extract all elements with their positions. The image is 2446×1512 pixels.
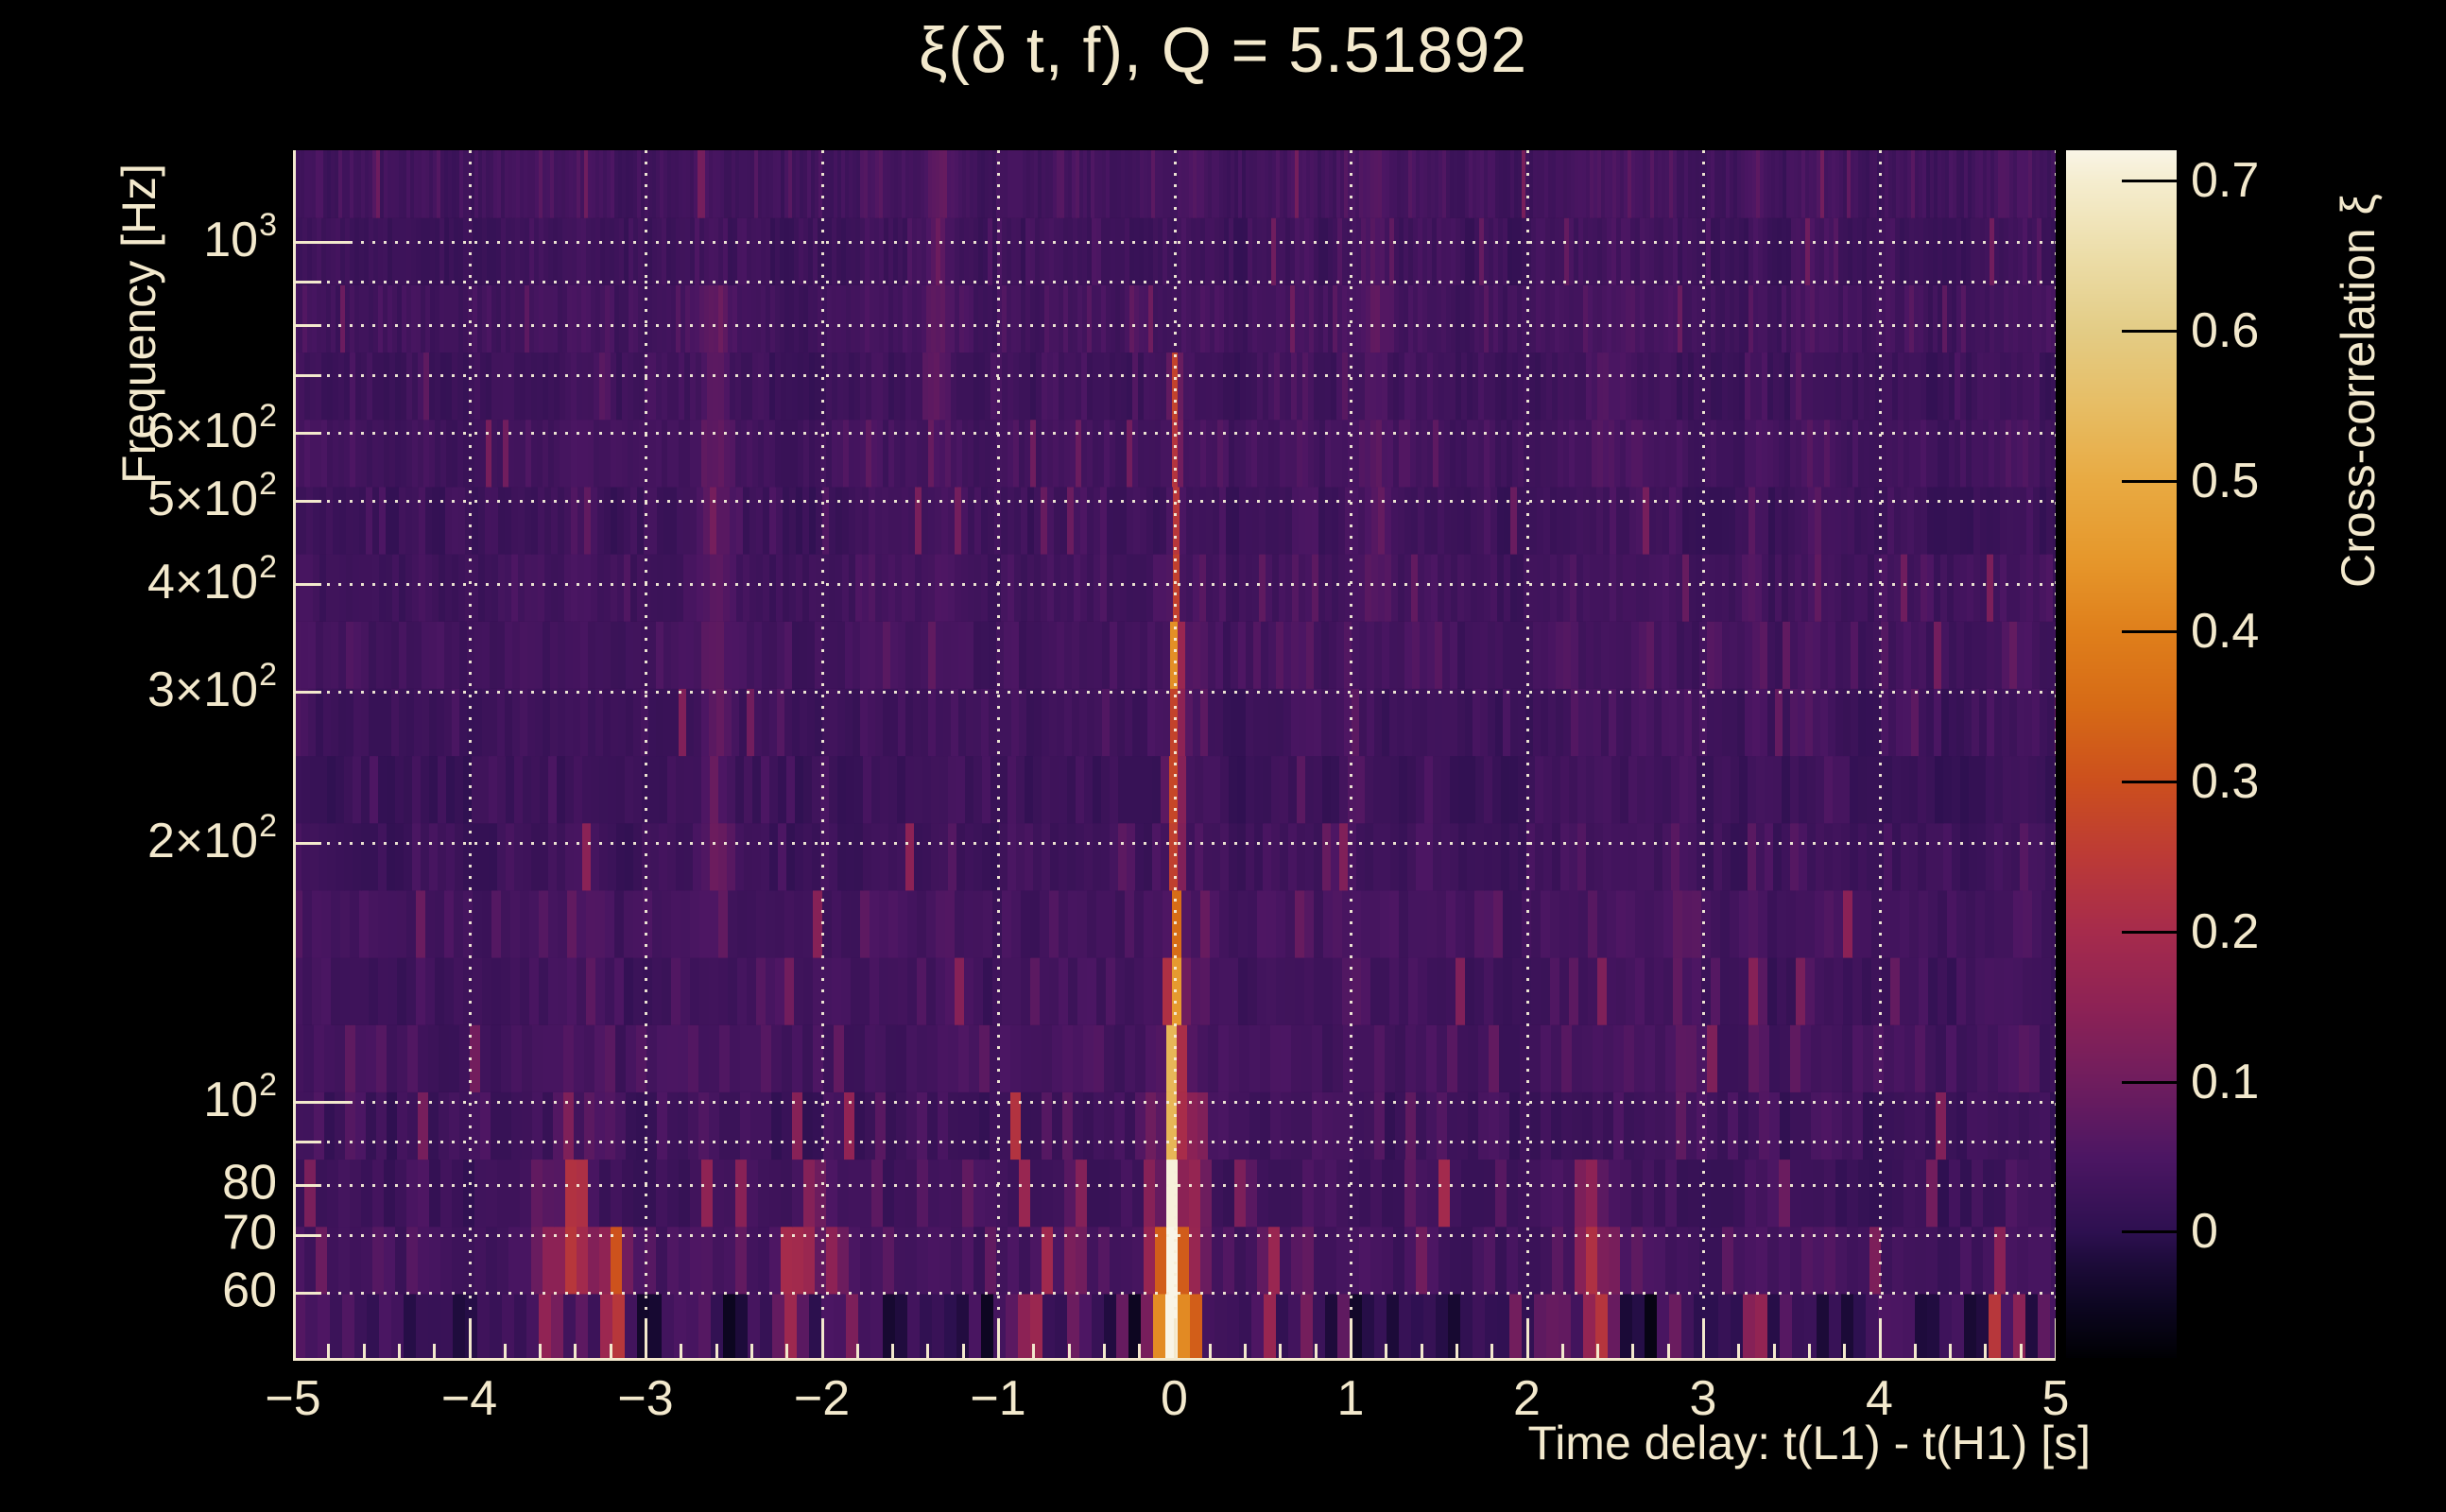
x-tick-label: 2 xyxy=(1513,1371,1541,1426)
y-tick-label: 103 xyxy=(203,206,277,268)
colorbar-canvas xyxy=(2066,150,2177,1358)
heatmap-canvas xyxy=(293,150,2056,1361)
colorbar-tick-label: 0.1 xyxy=(2191,1054,2260,1109)
y-tick-label: 3×102 xyxy=(146,656,277,718)
x-tick-label: 3 xyxy=(1689,1371,1717,1426)
x-tick-label: −5 xyxy=(265,1371,321,1426)
x-tick-label: −1 xyxy=(970,1371,1026,1426)
x-tick-label: 4 xyxy=(1866,1371,1893,1426)
colorbar-title: Cross-correlation ξ xyxy=(2332,194,2385,588)
colorbar-tick-label: 0.2 xyxy=(2191,903,2260,959)
x-tick-label: 1 xyxy=(1336,1371,1365,1426)
x-tick-label: 0 xyxy=(1161,1371,1188,1426)
colorbar-tick-label: 0 xyxy=(2191,1204,2218,1260)
y-tick-label: 4×102 xyxy=(146,548,277,610)
colorbar-tick-label: 0.4 xyxy=(2191,603,2260,659)
plot-title: ξ(δ t, f), Q = 5.51892 xyxy=(918,14,1528,86)
x-tick-label: −4 xyxy=(440,1371,498,1426)
x-tick-label: 5 xyxy=(2041,1371,2070,1426)
x-tick-label: −2 xyxy=(793,1371,851,1426)
colorbar-tick-label: 0.6 xyxy=(2191,302,2260,358)
colorbar-tick-label: 0.7 xyxy=(2191,152,2260,208)
y-tick-label: 5×102 xyxy=(146,465,277,527)
root-canvas: ξ(δ t, f), Q = 5.51892 Frequency [Hz] Ti… xyxy=(0,0,2446,1512)
x-tick-label: −3 xyxy=(617,1371,674,1426)
colorbar-tick-label: 0.3 xyxy=(2191,753,2260,809)
colorbar-tick-label: 0.5 xyxy=(2191,453,2260,508)
y-tick-label: 102 xyxy=(203,1066,277,1128)
x-axis-title: Time delay: t(L1) - t(H1) [s] xyxy=(1527,1417,2091,1469)
y-tick-label: 60 xyxy=(222,1263,277,1318)
y-tick-label: 2×102 xyxy=(146,807,277,869)
y-tick-label: 6×102 xyxy=(146,397,277,459)
y-tick-label: 80 xyxy=(222,1155,277,1211)
y-tick-label: 70 xyxy=(222,1205,277,1261)
